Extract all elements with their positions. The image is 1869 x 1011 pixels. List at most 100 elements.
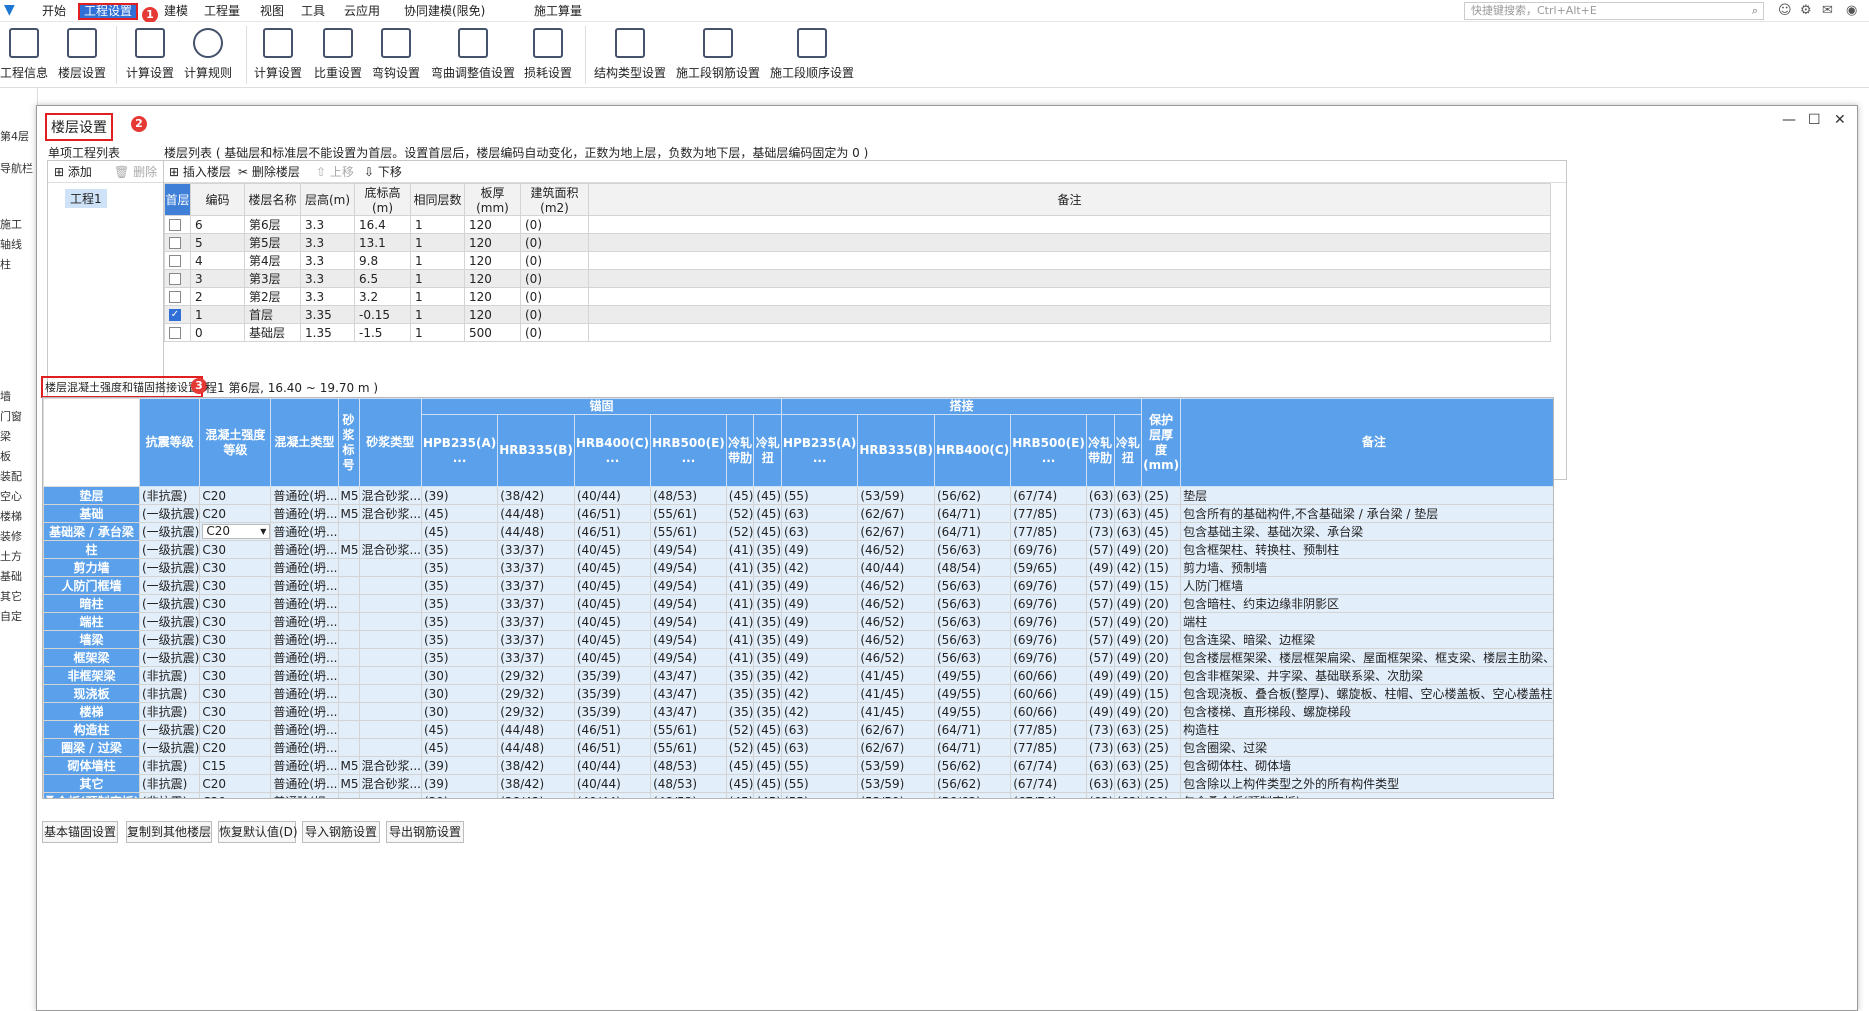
anchor-cell[interactable]: (63) (1113, 756, 1143, 775)
anchor-cell[interactable]: (15) (1141, 576, 1182, 595)
anchor-cell[interactable] (337, 558, 360, 577)
density-settings-button[interactable]: 比重设置 (312, 24, 364, 84)
anchor-cell[interactable]: (15) (1141, 684, 1182, 703)
floor-cell-name[interactable]: 第5层 (244, 233, 301, 252)
anchor-cell[interactable]: (63) (781, 738, 859, 757)
anchor-cell[interactable]: M5 (337, 540, 360, 559)
anchor-cell[interactable] (337, 702, 360, 721)
anchor-cell[interactable]: (52) (725, 504, 755, 523)
anchor-cell[interactable]: (56/63) (933, 612, 1012, 631)
anchor-cell[interactable]: (29/32) (497, 702, 575, 721)
first-floor-checkbox[interactable] (169, 273, 181, 285)
anchor-cell[interactable]: (一级抗震) (138, 504, 201, 523)
floor-cell-height[interactable]: 3.35 (300, 305, 355, 324)
floor-cell-code[interactable]: 1 (190, 305, 245, 324)
anchor-cell[interactable]: (29/32) (497, 666, 575, 685)
first-floor-checkbox[interactable] (169, 237, 181, 249)
anchor-cell[interactable]: (57) (1085, 630, 1115, 649)
anchor-cell[interactable]: (52) (725, 522, 755, 541)
anchor-cell[interactable]: (44/48) (497, 738, 575, 757)
anchor-cell[interactable]: (30) (420, 666, 499, 685)
anchor-cell[interactable]: (56/62) (933, 774, 1012, 793)
anchor-cell[interactable]: (41) (725, 648, 755, 667)
anchor-cell[interactable]: (45) (1141, 522, 1182, 541)
anchor-cell[interactable]: (49/54) (650, 630, 727, 649)
anchor-cell[interactable]: (49/55) (933, 684, 1012, 703)
anchor-cell[interactable]: (45) (420, 522, 499, 541)
anchor-cell[interactable]: (20) (1141, 630, 1182, 649)
delete-floor-button[interactable]: ✂ 删除楼层 (238, 163, 300, 181)
anchor-cell[interactable]: (55) (781, 792, 859, 798)
floor-row[interactable]: 2 第2层 3.3 3.2 1 120 (0) (164, 287, 1551, 306)
anchor-cell[interactable]: (30) (420, 684, 499, 703)
floor-cell-note[interactable] (588, 251, 1551, 270)
anchor-cell[interactable]: 端柱 (1180, 612, 1553, 631)
anchor-cell[interactable]: 混合砂浆... (358, 540, 422, 559)
insert-floor-button[interactable]: ⊞ 插入楼层 (169, 163, 231, 181)
floor-cell-height[interactable]: 3.3 (300, 251, 355, 270)
floor-row[interactable]: 4 第4层 3.3 9.8 1 120 (0) (164, 251, 1551, 270)
anchor-cell[interactable]: (49) (781, 540, 859, 559)
anchor-cell[interactable]: C30 (199, 594, 272, 613)
anchor-cell[interactable]: (35) (420, 558, 499, 577)
anchor-cell[interactable]: 包含叠合板(预制底板) (1180, 792, 1553, 798)
anchor-cell[interactable]: (45) (1141, 504, 1182, 523)
concrete-grade-select[interactable]: C20 ▼ (202, 524, 270, 539)
anchor-cell[interactable]: (49/54) (650, 648, 727, 667)
anchor-cell[interactable]: (77/85) (1010, 522, 1087, 541)
settings-icon[interactable]: ⚙ (1800, 3, 1812, 18)
floor-cell-note[interactable] (588, 233, 1551, 252)
floor-cell-area[interactable]: (0) (520, 305, 589, 324)
floor-cell-name[interactable]: 第3层 (244, 269, 301, 288)
anchor-cell[interactable]: (59/65) (1010, 558, 1087, 577)
anchor-cell[interactable]: 普通砼(坍... (270, 774, 339, 793)
floor-cell-code[interactable]: 0 (190, 323, 245, 342)
dock-item[interactable]: 装修 (0, 528, 22, 544)
anchor-cell[interactable]: (63) (1113, 486, 1143, 505)
basic-anchor-button[interactable]: 基本锚固设置 (42, 821, 118, 843)
anchor-cell[interactable]: (49/54) (650, 594, 727, 613)
anchor-cell[interactable]: (60/66) (1010, 684, 1087, 703)
anchor-cell[interactable]: (20) (1141, 612, 1182, 631)
anchor-cell[interactable]: (45) (753, 522, 783, 541)
anchor-cell[interactable]: (49/55) (933, 702, 1012, 721)
anchor-cell[interactable]: (46/51) (573, 720, 652, 739)
anchor-cell[interactable]: (57) (1085, 576, 1115, 595)
first-floor-checkbox[interactable] (169, 327, 181, 339)
first-floor-checkbox[interactable] (169, 291, 181, 303)
anchor-cell[interactable]: (63) (1113, 774, 1143, 793)
anchor-cell[interactable]: (33/37) (497, 558, 575, 577)
anchor-cell[interactable]: (48/53) (650, 756, 727, 775)
first-floor-cell[interactable] (164, 323, 191, 342)
anchor-cell[interactable]: (41) (725, 558, 755, 577)
anchor-cell[interactable]: (53/59) (857, 774, 935, 793)
anchor-cell[interactable]: (44/48) (497, 720, 575, 739)
minimize-button[interactable]: — (1782, 112, 1796, 128)
anchor-cell[interactable]: 包含砌体柱、砌体墙 (1180, 756, 1553, 775)
anchor-cell[interactable]: (49) (1113, 648, 1143, 667)
anchor-cell[interactable]: (49) (1085, 684, 1115, 703)
floor-cell-area[interactable]: (0) (520, 233, 589, 252)
anchor-cell[interactable]: (45) (753, 774, 783, 793)
anchor-cell[interactable]: (62/67) (857, 522, 935, 541)
anchor-cell[interactable]: (60/66) (1010, 702, 1087, 721)
anchor-cell[interactable]: (45) (753, 756, 783, 775)
anchor-cell[interactable]: (41) (725, 594, 755, 613)
anchor-cell[interactable]: (49) (781, 648, 859, 667)
anchor-cell[interactable]: 混合砂浆... (358, 774, 422, 793)
anchor-cell[interactable]: (45) (753, 792, 783, 798)
anchor-cell[interactable]: (42) (781, 684, 859, 703)
anchor-cell[interactable]: (40/44) (573, 774, 652, 793)
first-floor-cell[interactable] (164, 269, 191, 288)
anchor-cell[interactable]: (55) (781, 774, 859, 793)
anchor-cell[interactable]: (41/45) (857, 702, 935, 721)
menu-construction[interactable]: 施工算量 (530, 3, 586, 20)
anchor-cell[interactable]: (57) (1085, 540, 1115, 559)
first-floor-cell[interactable] (164, 287, 191, 306)
anchor-cell[interactable]: (63) (1085, 486, 1115, 505)
project-list-item[interactable]: 工程1 (65, 189, 107, 208)
anchor-cell[interactable]: (49/54) (650, 540, 727, 559)
dock-item[interactable]: 空心 (0, 488, 22, 504)
anchor-cell[interactable]: (42) (781, 666, 859, 685)
anchor-cell[interactable]: (67/74) (1010, 486, 1087, 505)
